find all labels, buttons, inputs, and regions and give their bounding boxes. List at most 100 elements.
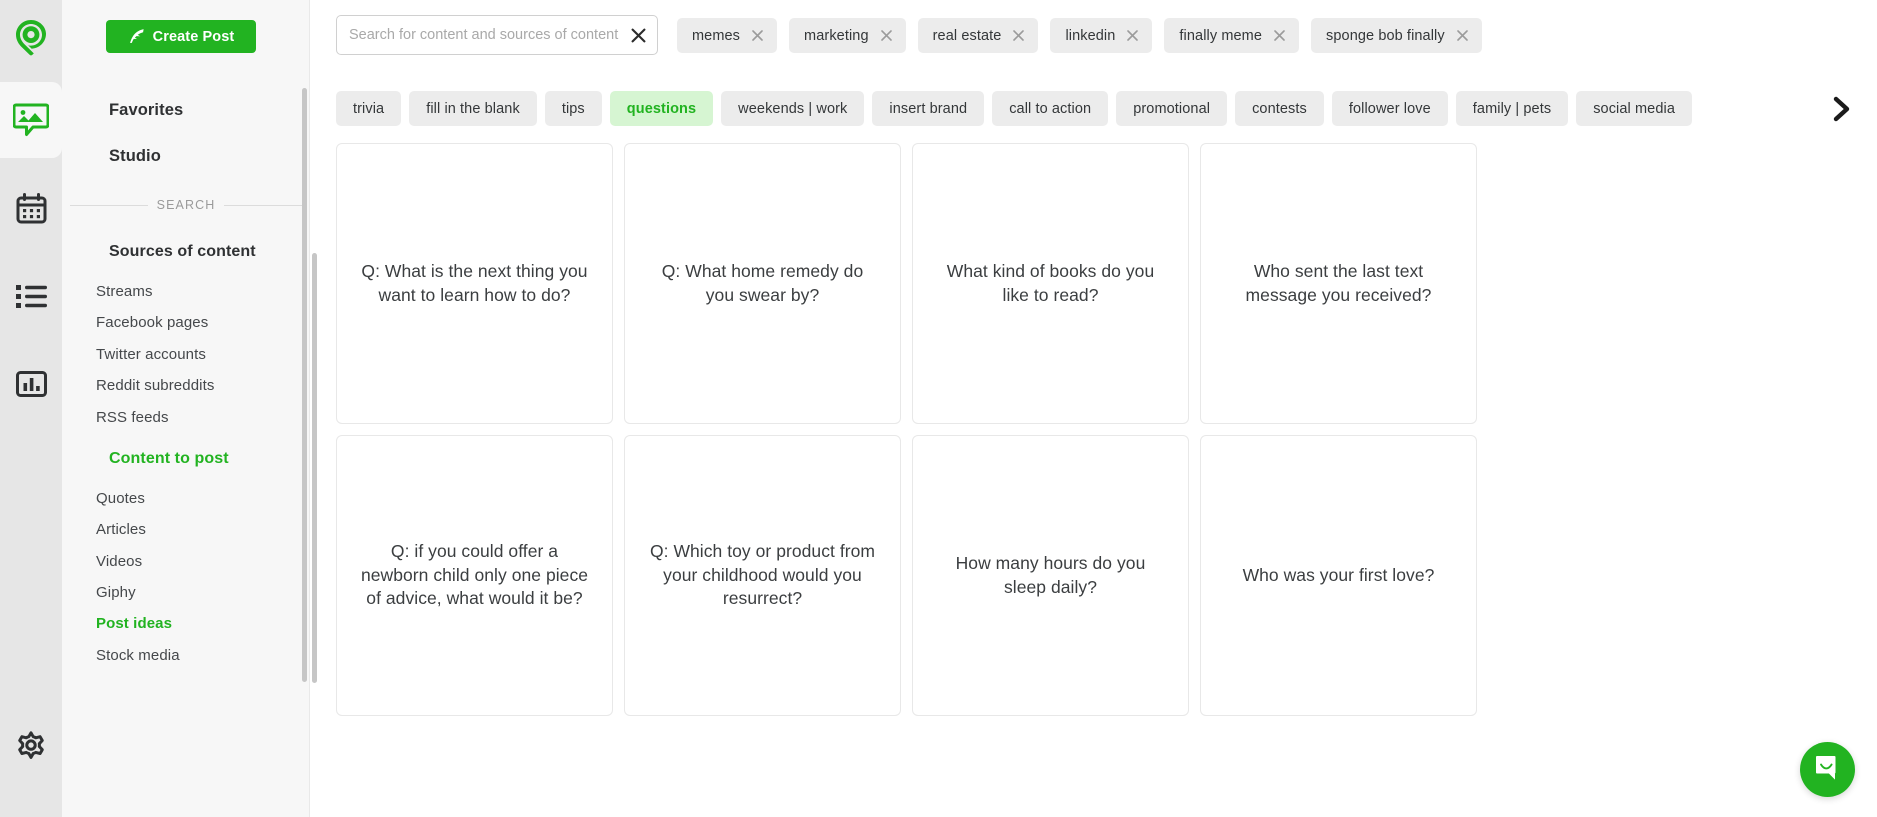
sidebar-item-label: Reddit subreddits	[96, 377, 215, 394]
tag-remove-icon[interactable]	[1456, 29, 1469, 42]
tag-chip-sponge-bob-finally[interactable]: sponge bob finally	[1311, 18, 1482, 53]
sidebar-item-post-ideas[interactable]: Post ideas	[96, 615, 172, 632]
post-idea-text: Q: What is the next thing you want to le…	[361, 260, 588, 305]
category-pill-row: trivia fill in the blank tips questions …	[310, 88, 1877, 130]
create-post-label: Create Post	[152, 28, 235, 45]
category-pill-trivia[interactable]: trivia	[336, 91, 402, 126]
tag-remove-icon[interactable]	[751, 29, 764, 42]
category-label: call to action	[1009, 100, 1092, 117]
category-label: tips	[561, 100, 585, 117]
rail-item-queue[interactable]	[0, 258, 62, 334]
post-idea-text: Q: if you could offer a newborn child on…	[360, 541, 589, 609]
category-pill-promotional[interactable]: promotional	[1116, 91, 1228, 126]
search-section-divider: SEARCH	[70, 198, 303, 212]
category-pill-follower-love[interactable]: follower love	[1331, 91, 1448, 126]
sidebar-item-facebook-pages[interactable]: Facebook pages	[96, 314, 208, 331]
category-label: trivia	[353, 100, 385, 117]
sidebar-item-streams[interactable]: Streams	[96, 283, 153, 300]
category-pill-weekends-work[interactable]: weekends | work	[721, 91, 865, 126]
tag-chip-finally-meme[interactable]: finally meme	[1164, 18, 1300, 53]
tag-remove-icon[interactable]	[1273, 29, 1286, 42]
divider-line-left	[70, 204, 148, 206]
post-idea-card[interactable]: How many hours do you sleep daily?	[912, 435, 1189, 716]
search-input[interactable]	[349, 27, 619, 43]
post-idea-card[interactable]: What kind of books do you like to read?	[912, 143, 1189, 424]
divider-line-right	[224, 204, 303, 206]
list-icon	[15, 284, 47, 309]
search-row	[336, 14, 658, 56]
tag-remove-icon[interactable]	[880, 29, 893, 42]
category-pill-questions[interactable]: questions	[609, 91, 714, 126]
sidebar-item-twitter-accounts[interactable]: Twitter accounts	[96, 346, 206, 363]
sidebar-item-videos[interactable]: Videos	[96, 553, 142, 570]
divider-label: SEARCH	[156, 198, 216, 212]
icon-rail	[0, 0, 62, 817]
sidebar-item-reddit-subreddits[interactable]: Reddit subreddits	[96, 377, 214, 394]
rail-item-media[interactable]	[0, 82, 62, 158]
sidebar-scrollbar-track[interactable]	[302, 0, 308, 817]
sidebar-item-giphy[interactable]: Giphy	[96, 584, 136, 601]
post-idea-card[interactable]: Q: if you could offer a newborn child on…	[336, 435, 613, 716]
sidebar-item-stock-media[interactable]: Stock media	[96, 647, 180, 664]
tag-chip-real-estate[interactable]: real estate	[917, 18, 1039, 53]
category-pill-insert-brand[interactable]: insert brand	[872, 91, 985, 126]
category-pill-contests[interactable]: contests	[1235, 91, 1324, 126]
post-idea-card[interactable]: Q: What home remedy do you swear by?	[624, 143, 901, 424]
sidebar-group-sources-of-content[interactable]: Sources of content	[109, 243, 256, 261]
intercom-launcher-button[interactable]	[1800, 742, 1855, 797]
main-scrollbar-thumb[interactable]	[312, 253, 317, 683]
post-idea-text: How many hours do you sleep daily?	[955, 552, 1146, 597]
category-pill-call-to-action[interactable]: call to action	[992, 91, 1109, 126]
post-ideas-grid: Q: What is the next thing you want to le…	[336, 143, 1477, 716]
category-pill-family-pets[interactable]: family | pets	[1455, 91, 1569, 126]
post-idea-text: Who was your first love?	[1242, 564, 1435, 585]
rail-item-logo[interactable]	[0, 0, 62, 76]
analytics-icon	[15, 371, 47, 397]
sidebar-scrollbar-thumb[interactable]	[302, 88, 307, 682]
category-label: contests	[1252, 100, 1307, 117]
category-label: questions	[626, 100, 697, 117]
post-idea-card[interactable]: Who was your first love?	[1200, 435, 1477, 716]
category-label: follower love	[1348, 100, 1431, 117]
rail-item-calendar[interactable]	[0, 170, 62, 246]
sidebar-item-label: RSS feeds	[96, 409, 169, 426]
media-icon	[13, 103, 49, 137]
sidebar-item-articles[interactable]: Articles	[96, 521, 146, 538]
tag-chip-linkedin[interactable]: linkedin	[1050, 18, 1153, 53]
sidebar-item-label: Articles	[96, 521, 146, 538]
post-idea-card[interactable]: Who sent the last text message you recei…	[1200, 143, 1477, 424]
main-content: memes marketing real estate linkedin	[310, 0, 1877, 817]
tag-remove-icon[interactable]	[1126, 29, 1139, 42]
tag-label: finally meme	[1179, 27, 1263, 44]
chevron-right-icon[interactable]	[1827, 94, 1857, 124]
close-icon[interactable]	[628, 25, 648, 45]
sidebar-item-rss-feeds[interactable]: RSS feeds	[96, 409, 169, 426]
category-pill-fill-in-the-blank[interactable]: fill in the blank	[409, 91, 537, 126]
category-pill-social-media[interactable]: social media	[1576, 91, 1692, 126]
sidebar-group-label: Sources of content	[109, 243, 256, 260]
sidebar-group-content-to-post[interactable]: Content to post	[109, 450, 229, 468]
category-label: weekends | work	[738, 100, 848, 117]
sidebar-item-label: Quotes	[96, 490, 145, 507]
category-label: promotional	[1133, 100, 1211, 117]
sidebar-item-studio[interactable]: Studio	[109, 147, 161, 166]
gear-icon	[15, 729, 47, 761]
sidebar-group-label: Content to post	[109, 450, 229, 467]
logo-pin-icon	[14, 19, 48, 57]
search-box[interactable]	[336, 15, 658, 55]
post-idea-card[interactable]: Q: Which toy or product from your childh…	[624, 435, 901, 716]
sidebar-item-favorites[interactable]: Favorites	[109, 101, 183, 120]
post-idea-card[interactable]: Q: What is the next thing you want to le…	[336, 143, 613, 424]
tag-remove-icon[interactable]	[1012, 29, 1025, 42]
rail-item-settings[interactable]	[0, 707, 62, 783]
sidebar-item-label: Studio	[109, 147, 161, 165]
rail-item-analytics[interactable]	[0, 346, 62, 422]
tag-chip-memes[interactable]: memes	[677, 18, 778, 53]
category-pill-tips[interactable]: tips	[544, 91, 602, 126]
calendar-icon	[16, 192, 47, 224]
tag-chip-marketing[interactable]: marketing	[789, 18, 906, 53]
create-post-button[interactable]: Create Post	[106, 20, 256, 53]
sidebar-item-quotes[interactable]: Quotes	[96, 490, 145, 507]
category-label: family | pets	[1472, 100, 1552, 117]
sidebar-item-label: Post ideas	[96, 615, 173, 632]
